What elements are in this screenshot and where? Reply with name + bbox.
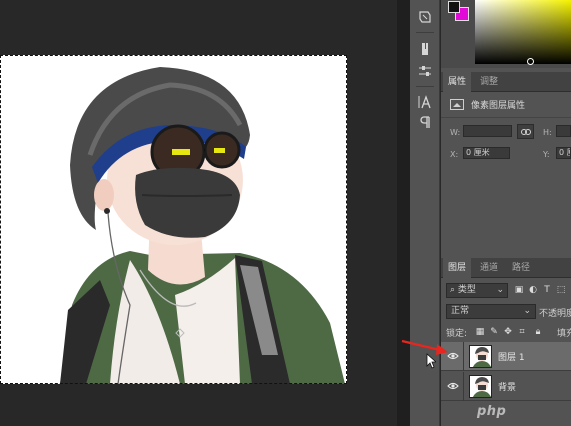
chain-link-icon bbox=[520, 128, 531, 135]
x-label: X: bbox=[450, 150, 459, 159]
y-label: Y: bbox=[543, 150, 550, 159]
layers-tab-row: 图层 通道 路径 bbox=[441, 258, 571, 278]
search-icon: ⌕ bbox=[450, 285, 456, 295]
lock-row: 锁定: ▦ ✎ ✥ ⌗ 🔒︎ 填充 bbox=[441, 324, 571, 340]
tab-channels[interactable]: 通道 bbox=[475, 258, 503, 278]
blend-mode-value: 正常 bbox=[451, 306, 470, 316]
width-label: W: bbox=[450, 128, 461, 137]
watermark: php bbox=[477, 404, 507, 419]
chevron-down-icon: ⌄ bbox=[523, 306, 531, 316]
paint-brush-icon[interactable] bbox=[415, 40, 435, 58]
layer-thumbnail[interactable] bbox=[469, 375, 492, 398]
filter-type-icon[interactable]: T bbox=[541, 284, 553, 296]
tab-adjustments[interactable]: 调整 bbox=[475, 72, 503, 92]
lock-all-icon[interactable]: 🔒︎ bbox=[533, 326, 543, 337]
dock-separator bbox=[416, 86, 434, 87]
properties-title-row: 像素图层属性 bbox=[441, 96, 571, 116]
width-field[interactable] bbox=[463, 125, 512, 137]
filter-pixel-icon[interactable]: ▣ bbox=[513, 284, 525, 296]
history-brush-icon[interactable] bbox=[415, 8, 435, 26]
mouse-pointer-icon bbox=[426, 353, 436, 369]
color-picker-handle[interactable] bbox=[527, 58, 534, 65]
blend-mode-row: 正常 ⌄ 不透明度 bbox=[444, 304, 571, 320]
layer-thumbnail[interactable] bbox=[469, 345, 492, 368]
properties-title: 像素图层属性 bbox=[471, 101, 526, 111]
height-label: H: bbox=[543, 128, 552, 137]
eye-divider bbox=[463, 342, 464, 371]
layer-name[interactable]: 图层 1 bbox=[498, 350, 525, 363]
layer-row-layer-1[interactable]: 图层 1 bbox=[441, 342, 571, 371]
dock-separator bbox=[416, 32, 434, 33]
blend-mode-select[interactable]: 正常 ⌄ bbox=[446, 304, 536, 319]
adjustments-icon[interactable] bbox=[415, 62, 435, 80]
filter-shape-icon[interactable]: ⬚ bbox=[555, 284, 567, 296]
link-dimensions-button[interactable] bbox=[517, 124, 534, 139]
character-icon[interactable] bbox=[415, 93, 435, 111]
eye-divider bbox=[463, 372, 464, 401]
panel-divider bbox=[397, 0, 410, 426]
paragraph-icon[interactable] bbox=[415, 113, 435, 131]
pixel-layer-icon bbox=[450, 99, 464, 110]
lock-transparency-icon[interactable]: ▦ bbox=[475, 326, 485, 337]
properties-tab-row: 属性 调整 bbox=[441, 72, 571, 92]
lock-artboard-icon[interactable]: ⌗ bbox=[517, 326, 527, 337]
color-panel bbox=[441, 0, 571, 68]
properties-divider bbox=[441, 117, 571, 118]
tab-paths[interactable]: 路径 bbox=[507, 258, 535, 278]
filter-adjustment-icon[interactable]: ◐ bbox=[527, 284, 539, 296]
fill-label: 填充 bbox=[557, 329, 571, 339]
portrait-artwork bbox=[60, 67, 345, 384]
chevron-down-icon: ⌄ bbox=[496, 285, 504, 295]
filter-kind-value: 类型 bbox=[457, 285, 476, 295]
x-position-field[interactable]: 0 厘米 bbox=[463, 147, 510, 159]
document-canvas[interactable] bbox=[0, 55, 347, 384]
canvas-area[interactable] bbox=[0, 0, 397, 426]
layer-filter-row: ⌕ 类型 ⌄ ▣ ◐ T ⬚ bbox=[443, 283, 571, 299]
y-position-field[interactable]: 0 厘米 bbox=[556, 147, 571, 159]
layer-row-background[interactable]: 背景 bbox=[441, 372, 571, 401]
lock-pixels-icon[interactable]: ✎ bbox=[489, 326, 499, 337]
layer-filter-select[interactable]: ⌕ 类型 ⌄ bbox=[446, 283, 508, 298]
height-field[interactable] bbox=[556, 125, 571, 137]
lock-position-icon[interactable]: ✥ bbox=[503, 326, 513, 337]
layer-name[interactable]: 背景 bbox=[498, 380, 516, 393]
tab-properties[interactable]: 属性 bbox=[443, 72, 472, 92]
right-panels: 属性 调整 像素图层属性 W: H: X: 0 厘米 Y: 0 厘米 图层 通道… bbox=[441, 0, 571, 426]
foreground-color-swatch[interactable] bbox=[448, 1, 460, 13]
tab-layers[interactable]: 图层 bbox=[443, 258, 472, 278]
color-picker-field[interactable] bbox=[475, 0, 571, 65]
opacity-label: 不透明度 bbox=[539, 309, 571, 319]
eye-icon[interactable] bbox=[447, 381, 459, 390]
